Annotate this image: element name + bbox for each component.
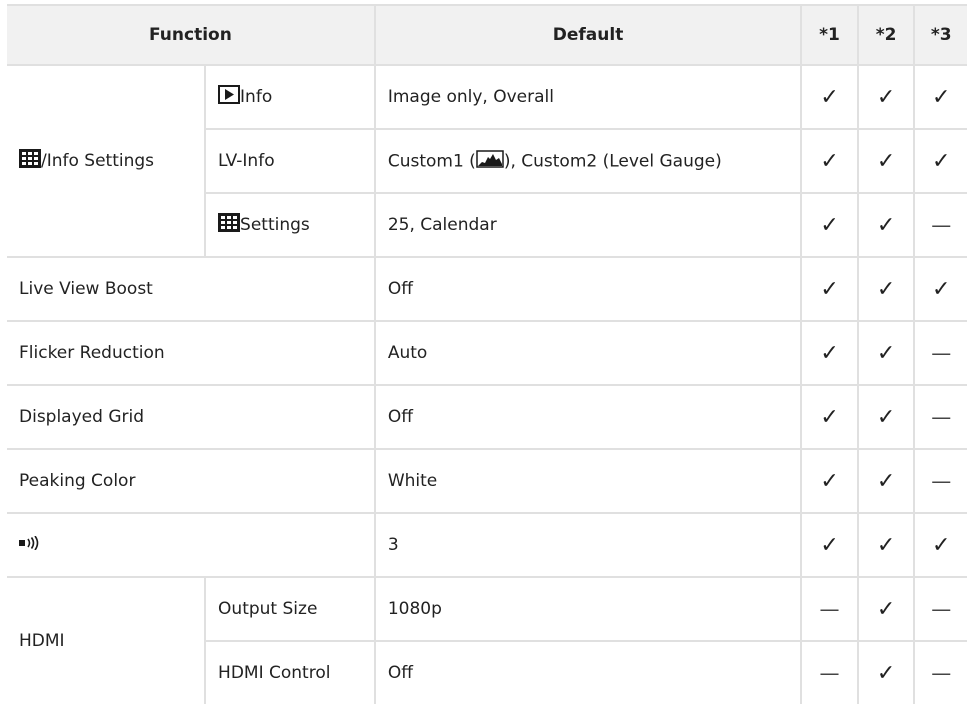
default-value: Image only, Overall bbox=[373, 64, 803, 130]
header-col-2: *2 bbox=[856, 4, 916, 66]
function-label: Settings bbox=[240, 215, 310, 235]
default-value: Off bbox=[373, 384, 803, 450]
check-mark: ✓ bbox=[800, 448, 859, 514]
table-row: Peaking Color White ✓ ✓ — bbox=[7, 448, 967, 514]
function-peaking-color: Peaking Color bbox=[7, 448, 376, 514]
function-live-view-boost: Live View Boost bbox=[7, 256, 376, 322]
check-mark: ✓ bbox=[856, 64, 916, 130]
histogram-icon bbox=[476, 149, 504, 173]
function-lv-info: LV-Info bbox=[204, 128, 376, 194]
default-value: White bbox=[373, 448, 803, 514]
dash-mark: — bbox=[913, 192, 967, 258]
table-row: HDMI Output Size 1080p — ✓ — bbox=[7, 576, 967, 704]
function-displayed-grid: Displayed Grid bbox=[7, 384, 376, 450]
check-mark: ✓ bbox=[856, 384, 916, 450]
dash-mark: — bbox=[913, 576, 967, 642]
check-mark: ✓ bbox=[913, 128, 967, 194]
default-value: Off bbox=[373, 640, 803, 704]
grid-view-icon bbox=[218, 213, 241, 237]
function-play-info: Info bbox=[204, 64, 376, 130]
function-flicker-reduction: Flicker Reduction bbox=[7, 320, 376, 386]
function-label: Info bbox=[240, 87, 273, 107]
check-mark: ✓ bbox=[856, 512, 916, 578]
dash-mark: — bbox=[800, 640, 859, 704]
table-row: Live View Boost Off ✓ ✓ ✓ bbox=[7, 256, 967, 322]
table-row: /Info Settings Info Image only, Overall … bbox=[7, 64, 967, 258]
function-grid-settings: Settings bbox=[204, 192, 376, 258]
default-value: 1080p bbox=[373, 576, 803, 642]
dash-mark: — bbox=[913, 448, 967, 514]
function-output-size: Output Size bbox=[204, 576, 376, 642]
check-mark: ✓ bbox=[800, 192, 859, 258]
table-row: Displayed Grid Off ✓ ✓ — bbox=[7, 384, 967, 450]
function-beep-sound bbox=[7, 512, 376, 578]
check-mark: ✓ bbox=[856, 320, 916, 386]
default-value: 25, Calendar bbox=[373, 192, 803, 258]
dash-mark: — bbox=[913, 640, 967, 704]
group-hdmi: HDMI bbox=[7, 576, 207, 704]
default-text-part: ), Custom2 (Level Gauge) bbox=[503, 151, 722, 171]
check-mark: ✓ bbox=[856, 128, 916, 194]
check-mark: ✓ bbox=[913, 256, 967, 322]
default-value: Off bbox=[373, 256, 803, 322]
check-mark: ✓ bbox=[800, 320, 859, 386]
check-mark: ✓ bbox=[856, 256, 916, 322]
check-mark: ✓ bbox=[800, 128, 859, 194]
group-label: /Info Settings bbox=[41, 151, 155, 171]
header-row: Function Default *1 *2 *3 bbox=[7, 4, 967, 66]
header-col-3: *3 bbox=[913, 4, 967, 66]
header-function: Function bbox=[7, 4, 376, 66]
header-default: Default bbox=[373, 4, 803, 66]
check-mark: ✓ bbox=[800, 64, 859, 130]
default-value: 3 bbox=[373, 512, 803, 578]
check-mark: ✓ bbox=[800, 512, 859, 578]
check-mark: ✓ bbox=[913, 64, 967, 130]
check-mark: ✓ bbox=[856, 448, 916, 514]
check-mark: ✓ bbox=[913, 512, 967, 578]
grid-view-icon bbox=[19, 149, 41, 173]
default-text-part: Custom1 ( bbox=[387, 151, 476, 171]
function-hdmi-control: HDMI Control bbox=[204, 640, 376, 704]
default-value: Custom1 ( ), Custom2 (Level Gauge) bbox=[373, 128, 803, 194]
beep-sound-icon bbox=[19, 535, 41, 555]
settings-defaults-table: Function Default *1 *2 *3 /Info Settings… bbox=[7, 4, 967, 704]
check-mark: ✓ bbox=[856, 640, 916, 704]
group-info-settings: /Info Settings bbox=[7, 64, 207, 258]
dash-mark: — bbox=[913, 320, 967, 386]
dash-mark: — bbox=[913, 384, 967, 450]
default-value: Auto bbox=[373, 320, 803, 386]
check-mark: ✓ bbox=[800, 384, 859, 450]
check-mark: ✓ bbox=[856, 576, 916, 642]
table-row: Flicker Reduction Auto ✓ ✓ — bbox=[7, 320, 967, 386]
dash-mark: — bbox=[800, 576, 859, 642]
playback-icon bbox=[218, 85, 241, 109]
check-mark: ✓ bbox=[800, 256, 859, 322]
check-mark: ✓ bbox=[856, 192, 916, 258]
table-row: 3 ✓ ✓ ✓ bbox=[7, 512, 967, 578]
header-col-1: *1 bbox=[800, 4, 859, 66]
